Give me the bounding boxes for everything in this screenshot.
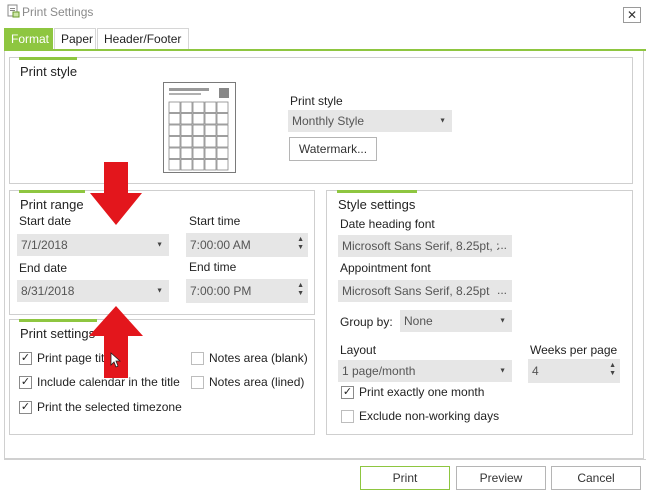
annotation-overlay <box>89 162 143 378</box>
annotation-arrow-down-icon <box>90 162 142 225</box>
